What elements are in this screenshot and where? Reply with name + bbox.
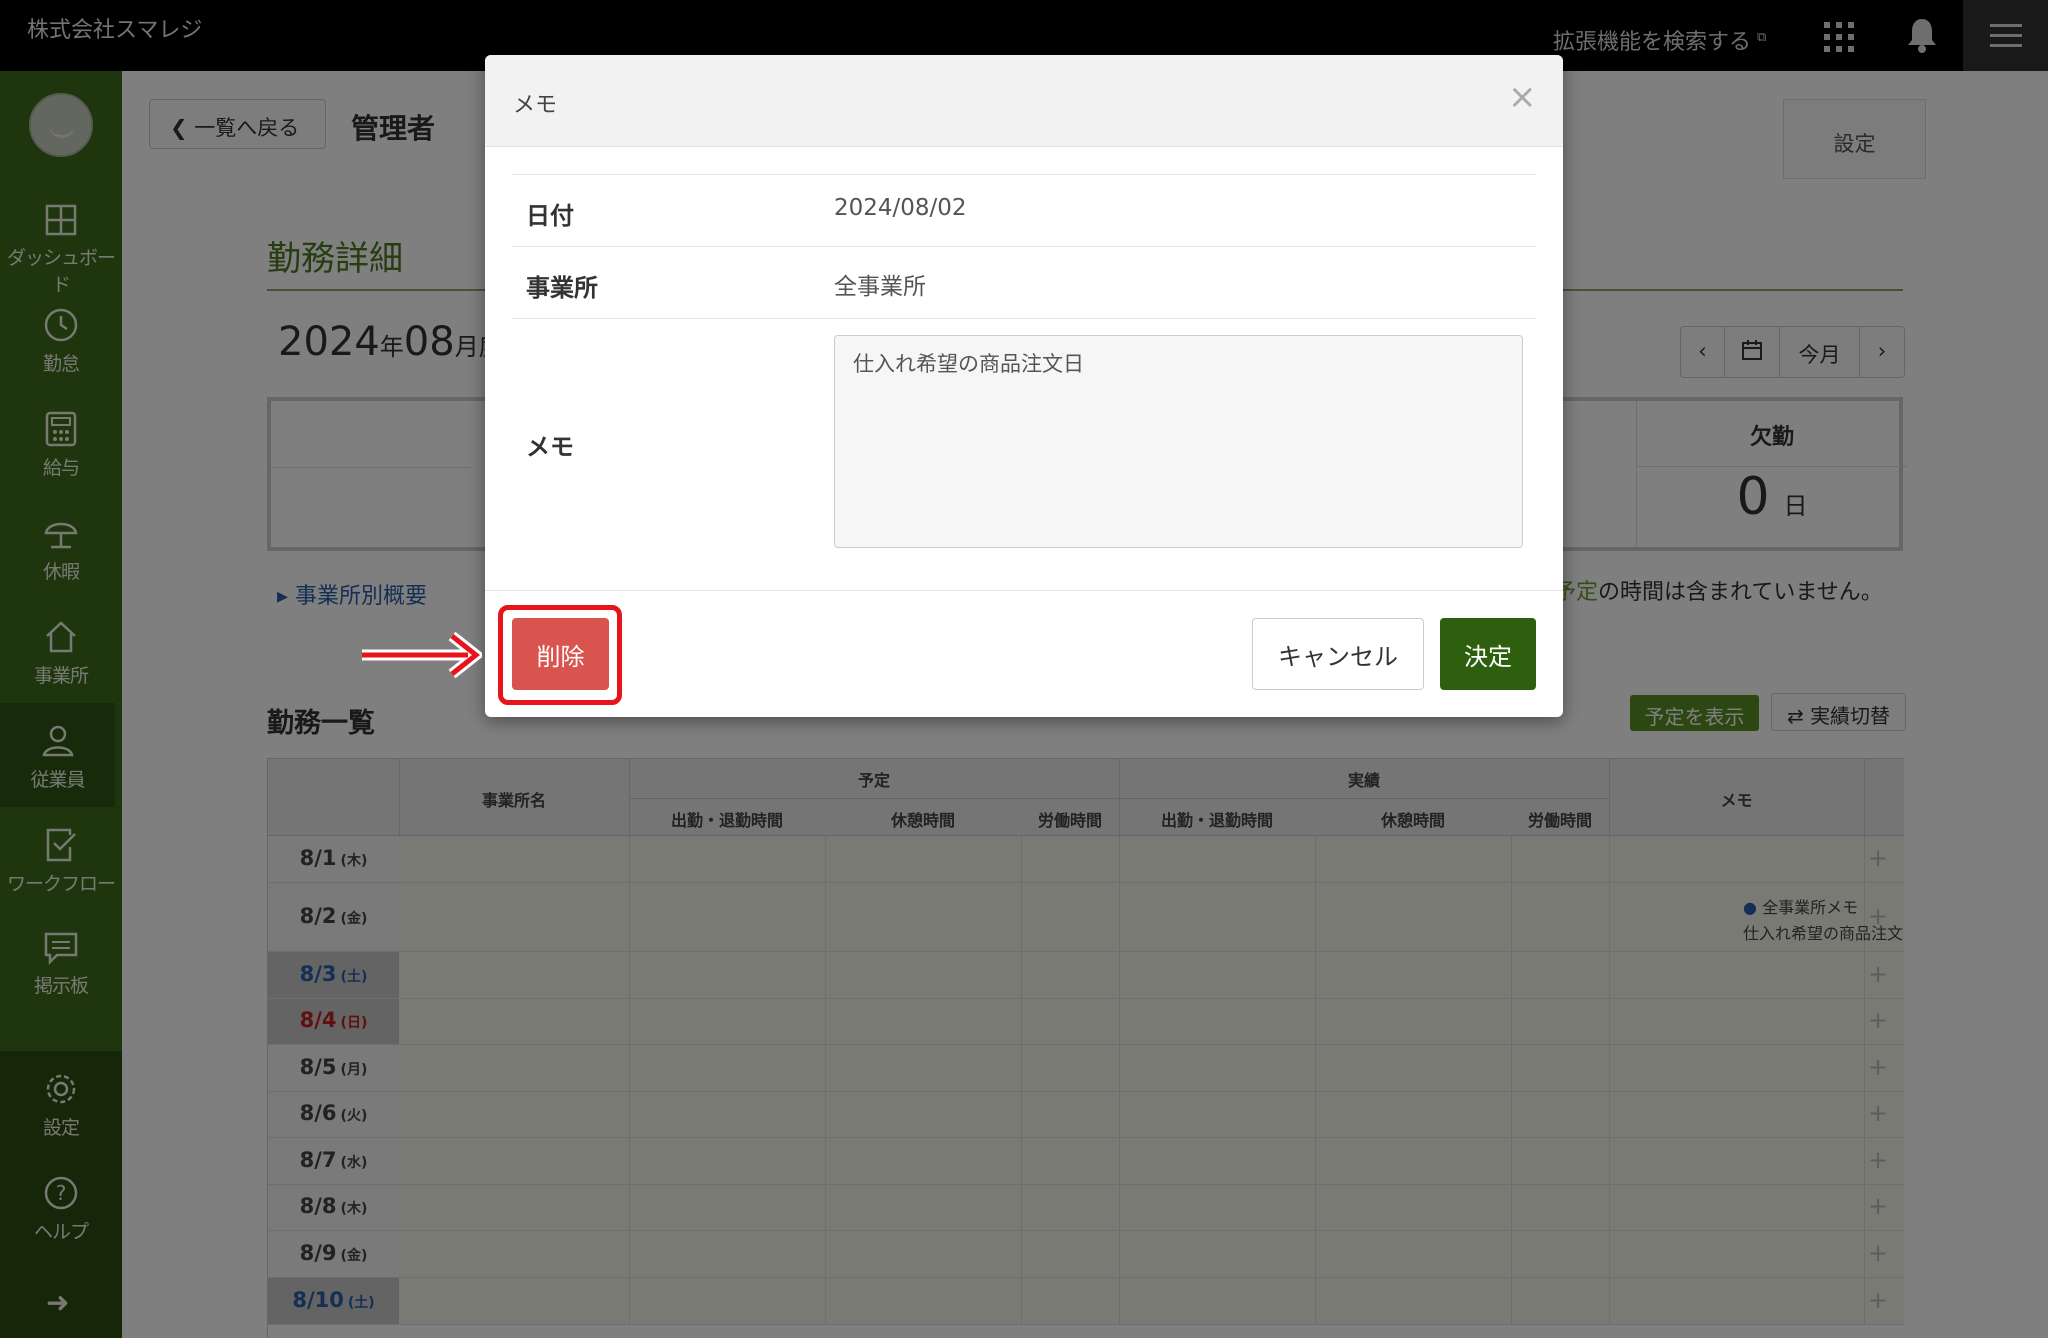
modal-title: メモ [513, 93, 558, 118]
office-label: 事業所 [526, 274, 598, 302]
modal-header: メモ × [485, 55, 1563, 147]
cancel-button[interactable]: キャンセル [1252, 618, 1424, 690]
memo-textarea[interactable]: 仕入れ希望の商品注文日 [834, 335, 1523, 548]
date-value: 2024/08/02 [834, 195, 967, 221]
date-label: 日付 [526, 202, 574, 230]
close-icon[interactable]: × [1508, 77, 1537, 117]
annotation-arrow-icon [362, 631, 482, 679]
memo-label: メモ [526, 433, 574, 461]
delete-highlight-box [498, 605, 622, 705]
memo-modal: メモ × 日付 2024/08/02 事業所 全事業所 メモ 仕入れ希望の商品注… [485, 55, 1563, 717]
confirm-button[interactable]: 決定 [1440, 618, 1536, 690]
office-value: 全事業所 [834, 274, 926, 300]
